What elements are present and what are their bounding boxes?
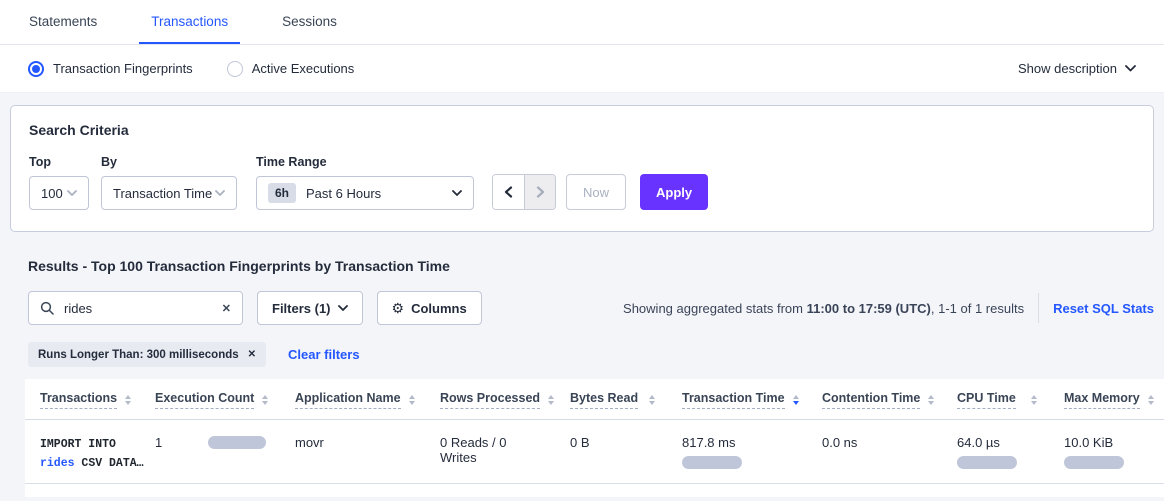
time-range-select[interactable]: 6h Past 6 Hours	[256, 176, 474, 210]
cell-execution-count: 1	[140, 420, 280, 484]
page-tabs: Statements Transactions Sessions	[0, 0, 1164, 45]
cell-contention-time: 0.0 ns	[807, 420, 942, 484]
sort-icon[interactable]	[649, 395, 655, 405]
filters-button-label: Filters (1)	[272, 301, 331, 316]
radio-selected-icon	[28, 61, 44, 77]
by-select-value: Transaction Time	[113, 186, 212, 201]
clear-search-icon[interactable]: ✕	[222, 302, 231, 315]
search-match-highlight: rides	[40, 457, 75, 470]
col-header-max-memory: Max Memory	[1049, 379, 1164, 420]
results-toolbar: ✕ Filters (1) ⚙ Columns Showing aggregat…	[28, 291, 1154, 325]
cell-max-memory: 10.0 KiB	[1049, 420, 1164, 484]
cell-cpu-time: 64.0 µs	[942, 420, 1049, 484]
radio-unselected-icon	[227, 61, 243, 77]
aggregated-stats-text: Showing aggregated stats from 11:00 to 1…	[623, 301, 1024, 316]
cell-bytes-read: 0 B	[555, 420, 667, 484]
view-toggle-bar: Transaction Fingerprints Active Executio…	[0, 45, 1164, 93]
execution-count-bar	[208, 436, 266, 449]
now-button[interactable]: Now	[566, 174, 626, 210]
results-search-input[interactable]	[62, 300, 214, 317]
col-header-bytes-read: Bytes Read	[555, 379, 667, 420]
time-next-button[interactable]	[524, 175, 555, 209]
tab-transactions[interactable]: Transactions	[139, 0, 240, 44]
tab-statements[interactable]: Statements	[17, 0, 109, 44]
radio-transaction-fingerprints[interactable]: Transaction Fingerprints	[28, 61, 193, 77]
table-header-row: Transactions Execution Count Application…	[25, 379, 1164, 420]
col-header-cpu-time: CPU Time	[942, 379, 1049, 420]
columns-button-label: Columns	[411, 301, 467, 316]
time-range-badge: 6h	[268, 183, 296, 203]
time-range-value: Past 6 Hours	[306, 186, 381, 201]
cpu-time-bar	[957, 456, 1017, 469]
results-search-box: ✕	[28, 291, 243, 325]
tab-sessions[interactable]: Sessions	[270, 0, 349, 44]
apply-button[interactable]: Apply	[640, 174, 708, 210]
sort-icon[interactable]	[409, 395, 415, 405]
clear-filters-link[interactable]: Clear filters	[288, 347, 360, 362]
remove-filter-icon[interactable]: ✕	[248, 349, 256, 360]
time-prev-button[interactable]	[493, 175, 524, 209]
top-select[interactable]: 100	[29, 176, 89, 210]
show-description-label: Show description	[1018, 61, 1117, 76]
chevron-down-icon	[452, 190, 462, 197]
chevron-down-icon	[215, 190, 225, 197]
sort-icon[interactable]	[793, 395, 799, 405]
sort-icon[interactable]	[928, 395, 934, 405]
sort-icon[interactable]	[1031, 395, 1037, 405]
chevron-down-icon	[338, 305, 348, 312]
cell-application-name: movr	[280, 420, 425, 484]
top-label: Top	[29, 155, 89, 169]
filter-chip: Runs Longer Than: 300 milliseconds ✕	[28, 342, 266, 367]
reset-sql-stats-link[interactable]: Reset SQL Stats	[1053, 301, 1154, 316]
search-criteria-title: Search Criteria	[29, 122, 1135, 138]
cell-rows-processed: 0 Reads / 0 Writes	[425, 420, 555, 484]
filters-button[interactable]: Filters (1)	[257, 291, 363, 325]
cell-transaction-time: 817.8 ms	[667, 420, 807, 484]
time-range-stepper	[492, 174, 556, 210]
filter-chip-label: Runs Longer Than: 300 milliseconds	[38, 349, 239, 361]
active-filters-row: Runs Longer Than: 300 milliseconds ✕ Cle…	[28, 342, 1164, 367]
search-criteria-panel: Search Criteria Top 100 By Transaction T…	[10, 105, 1154, 232]
columns-button[interactable]: ⚙ Columns	[377, 291, 482, 325]
sort-icon[interactable]	[548, 395, 554, 405]
sort-icon[interactable]	[1148, 395, 1154, 405]
top-select-value: 100	[41, 186, 63, 201]
by-label: By	[101, 155, 237, 169]
sort-icon[interactable]	[125, 395, 131, 405]
transactions-table: Transactions Execution Count Application…	[25, 379, 1164, 484]
stats-time-range: 11:00 to 17:59 (UTC)	[807, 301, 931, 316]
col-header-contention-time: Contention Time	[807, 379, 942, 420]
results-title: Results - Top 100 Transaction Fingerprin…	[28, 258, 1136, 274]
sort-icon[interactable]	[262, 395, 268, 405]
cell-transaction-fingerprint[interactable]: IMPORT INTO rides CSV DATA…	[25, 420, 140, 484]
transaction-time-bar	[682, 456, 742, 469]
col-header-transactions: Transactions	[25, 379, 140, 420]
by-select[interactable]: Transaction Time	[101, 176, 237, 210]
time-range-label: Time Range	[256, 155, 474, 169]
radio-label: Transaction Fingerprints	[53, 61, 193, 76]
radio-active-executions[interactable]: Active Executions	[227, 61, 355, 77]
chevron-down-icon	[67, 190, 77, 197]
col-header-application-name: Application Name	[280, 379, 425, 420]
gear-icon: ⚙	[392, 301, 405, 315]
col-header-rows-processed: Rows Processed	[425, 379, 555, 420]
max-memory-bar	[1064, 456, 1124, 469]
radio-label: Active Executions	[252, 61, 355, 76]
chevron-down-icon	[1125, 65, 1136, 72]
col-header-transaction-time: Transaction Time	[667, 379, 807, 420]
search-icon	[40, 301, 54, 315]
table-row[interactable]: IMPORT INTO rides CSV DATA… 1 movr 0 Rea…	[25, 420, 1164, 484]
results-table-card: Transactions Execution Count Application…	[25, 379, 1164, 497]
show-description-toggle[interactable]: Show description	[1018, 61, 1136, 76]
col-header-execution-count: Execution Count	[140, 379, 280, 420]
divider	[1038, 293, 1039, 323]
